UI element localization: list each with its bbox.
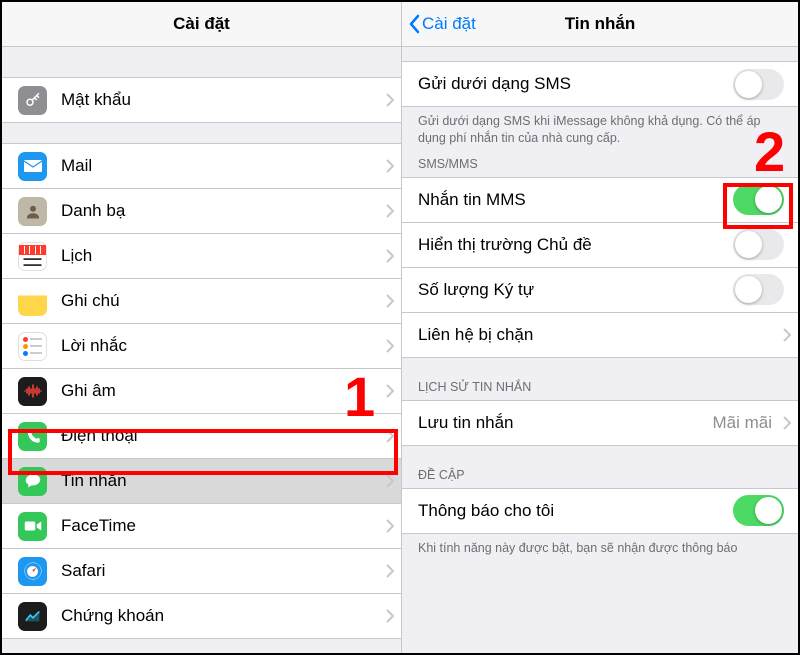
back-label: Cài đặt [422,14,476,34]
row-stocks[interactable]: Chứng khoán [2,594,401,639]
row-messages[interactable]: Tin nhắn [2,459,401,504]
row-label: Hiển thị trường Chủ đề [418,235,733,255]
toggle-show-subject[interactable] [733,229,784,260]
toggle-send-as-sms[interactable] [733,69,784,100]
row-contacts[interactable]: Danh bạ [2,189,401,234]
row-mms[interactable]: Nhắn tin MMS [402,177,798,223]
navbar-right: Cài đặt Tin nhắn [402,2,798,47]
nav-title-right: Tin nhắn [565,14,636,34]
chevron-right-icon [379,234,401,278]
section-header-smsmms: SMS/MMS [402,151,798,177]
facetime-icon [18,512,47,541]
messages-settings-panel: Cài đặt Tin nhắn Gửi dưới dạng SMS Gửi d… [402,2,798,653]
messages-icon [18,467,47,496]
toggle-mms[interactable] [733,184,784,215]
row-label: Mật khẩu [61,90,379,110]
row-label: Tin nhắn [61,471,379,491]
row-label: Lịch [61,246,379,266]
row-label: Lời nhắc [61,336,379,356]
row-passwords[interactable]: Mật khẩu [2,77,401,123]
chevron-right-icon [379,279,401,323]
row-label: Điện thoại [61,426,379,446]
row-label: Ghi âm [61,381,379,401]
row-label: Safari [61,561,379,581]
chevron-right-icon [379,144,401,188]
row-notify-me[interactable]: Thông báo cho tôi [402,488,798,534]
row-label: Nhắn tin MMS [418,190,733,210]
chevron-right-icon [379,78,401,122]
row-show-subject[interactable]: Hiển thị trường Chủ đề [402,223,798,268]
waveform-icon [18,377,47,406]
row-mail[interactable]: Mail [2,143,401,189]
chevron-right-icon [379,414,401,458]
phone-icon [18,422,47,451]
chevron-right-icon [379,549,401,593]
row-label: Mail [61,156,379,176]
row-facetime[interactable]: FaceTime [2,504,401,549]
safari-icon [18,557,47,586]
calendar-icon: ▬▬▬▬▬▬ [18,242,47,271]
nav-title-left: Cài đặt [173,14,230,34]
row-label: FaceTime [61,516,379,536]
footer-send-as-sms: Gửi dưới dạng SMS khi iMessage không khả… [402,107,798,151]
chevron-right-icon [379,324,401,368]
contacts-icon [18,197,47,226]
row-detail: Mãi mãi [712,413,772,433]
row-keep-messages[interactable]: Lưu tin nhắn Mãi mãi [402,400,798,446]
row-calendar[interactable]: ▬▬▬▬▬▬ Lịch [2,234,401,279]
chevron-right-icon [379,369,401,413]
toggle-notify-me[interactable] [733,495,784,526]
row-phone[interactable]: Điện thoại [2,414,401,459]
back-button[interactable]: Cài đặt [408,2,476,46]
reminders-icon [18,332,47,361]
chevron-right-icon [776,313,798,357]
row-label: Số lượng Ký tự [418,280,733,300]
row-label: Danh bạ [61,201,379,221]
chevron-right-icon [379,504,401,548]
row-label: Gửi dưới dạng SMS [418,74,733,94]
row-voicememo[interactable]: Ghi âm [2,369,401,414]
row-label: Thông báo cho tôi [418,501,733,521]
chevron-right-icon [379,594,401,638]
row-reminders[interactable]: Lời nhắc [2,324,401,369]
toggle-char-count[interactable] [733,274,784,305]
row-safari[interactable]: Safari [2,549,401,594]
row-label: Liên hệ bị chặn [418,325,776,345]
chevron-right-icon [379,459,401,503]
chevron-left-icon [408,14,420,34]
chevron-right-icon [776,401,798,445]
chevron-right-icon [379,189,401,233]
footer-notify-me: Khi tính năng này được bật, bạn sẽ nhận … [402,534,798,561]
key-icon [18,86,47,115]
section-header-history: LỊCH SỬ TIN NHẮN [402,358,798,400]
row-blocked-contacts[interactable]: Liên hệ bị chặn [402,313,798,358]
envelope-icon [18,152,47,181]
row-notes[interactable]: Ghi chú [2,279,401,324]
row-label: Chứng khoán [61,606,379,626]
row-label: Ghi chú [61,291,379,311]
settings-main-panel: Cài đặt Mật khẩu Mail Danh bạ [2,2,402,653]
stocks-icon [18,602,47,631]
row-send-as-sms[interactable]: Gửi dưới dạng SMS [402,61,798,107]
section-header-mention: ĐỀ CẬP [402,446,798,488]
row-label: Lưu tin nhắn [418,413,712,433]
row-char-count[interactable]: Số lượng Ký tự [402,268,798,313]
navbar-left: Cài đặt [2,2,401,47]
notes-icon [18,287,47,316]
